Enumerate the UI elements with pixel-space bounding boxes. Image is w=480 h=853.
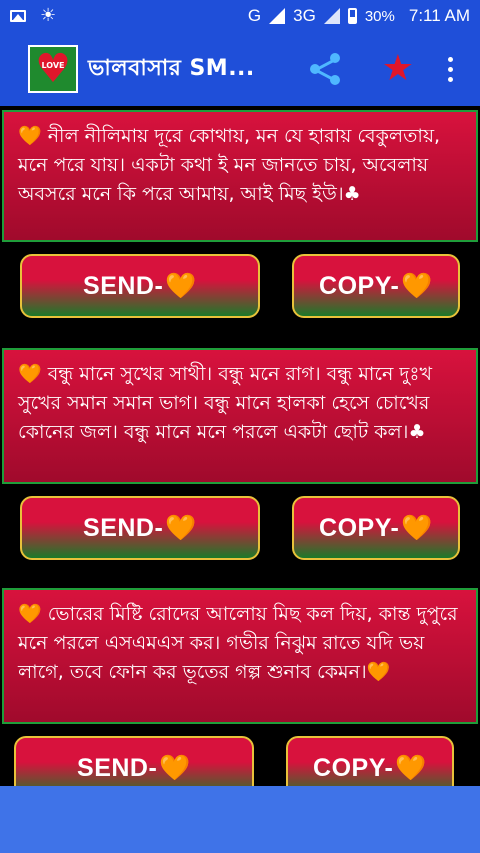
network-type-3g: 3G: [293, 6, 316, 25]
status-bar: ☀ G 3G 30% 7:11 AM: [0, 0, 480, 32]
message-text: 🧡 ভোরের মিষ্টি রোদের আলোয় মিছ কল দিয়, …: [18, 603, 458, 683]
send-label: SEND-: [83, 271, 164, 300]
heart-icon: 🧡: [165, 513, 197, 542]
picture-icon: [10, 10, 26, 22]
send-label: SEND-: [83, 513, 164, 542]
copy-label: COPY-: [313, 753, 394, 782]
heart-icon: 🧡: [395, 753, 427, 782]
message-text: 🧡 বন্ধু মানে সুখের সাথী। বন্ধু মনে রাগ। …: [18, 363, 433, 443]
message-card: 🧡 ভোরের মিষ্টি রোদের আলোয় মিছ কল দিয়, …: [2, 588, 478, 724]
app-logo: ♥ LOVE: [28, 45, 78, 93]
overflow-menu-icon[interactable]: [448, 56, 454, 82]
message-list[interactable]: 🧡 নীল নীলিমায় দূরে কোথায়, মন যে হারায়…: [0, 106, 480, 786]
message-card: 🧡 বন্ধু মানে সুখের সাথী। বন্ধু মনে রাগ। …: [2, 348, 478, 484]
clock: 7:11 AM: [408, 6, 470, 25]
logo-text: LOVE: [41, 61, 65, 70]
signal-icon: [323, 8, 340, 24]
heart-icon: 🧡: [165, 271, 197, 300]
network-type: G: [247, 6, 262, 25]
message-text: 🧡 নীল নীলিমায় দূরে কোথায়, মন যে হারায়…: [18, 125, 441, 205]
app-title: ভালবাসার SM...: [88, 55, 255, 81]
heart-logo-icon: ♥ LOVE: [35, 46, 71, 92]
copy-label: COPY-: [319, 513, 400, 542]
send-label: SEND-: [77, 753, 158, 782]
send-button[interactable]: SEND- 🧡: [20, 496, 260, 560]
message-card: 🧡 নীল নীলিমায় দূরে কোথায়, মন যে হারায়…: [2, 110, 478, 242]
share-icon[interactable]: [309, 53, 342, 85]
send-button[interactable]: SEND- 🧡: [20, 254, 260, 318]
signal-icon: [269, 8, 286, 24]
brightness-icon: ☀: [40, 5, 57, 26]
heart-icon: 🧡: [401, 513, 433, 542]
heart-icon: 🧡: [159, 753, 191, 782]
copy-button[interactable]: COPY- 🧡: [292, 496, 460, 560]
send-button[interactable]: SEND- 🧡: [14, 736, 254, 786]
heart-icon: 🧡: [401, 271, 433, 300]
star-icon[interactable]: ★: [382, 51, 414, 87]
copy-label: COPY-: [319, 271, 400, 300]
battery-icon: [347, 8, 357, 24]
battery-percent: 30%: [364, 7, 395, 25]
copy-button[interactable]: COPY- 🧡: [292, 254, 460, 318]
copy-button[interactable]: COPY- 🧡: [286, 736, 454, 786]
bottom-banner: [0, 786, 480, 853]
app-bar: ♥ LOVE ভালবাসার SM... ★: [0, 32, 480, 106]
